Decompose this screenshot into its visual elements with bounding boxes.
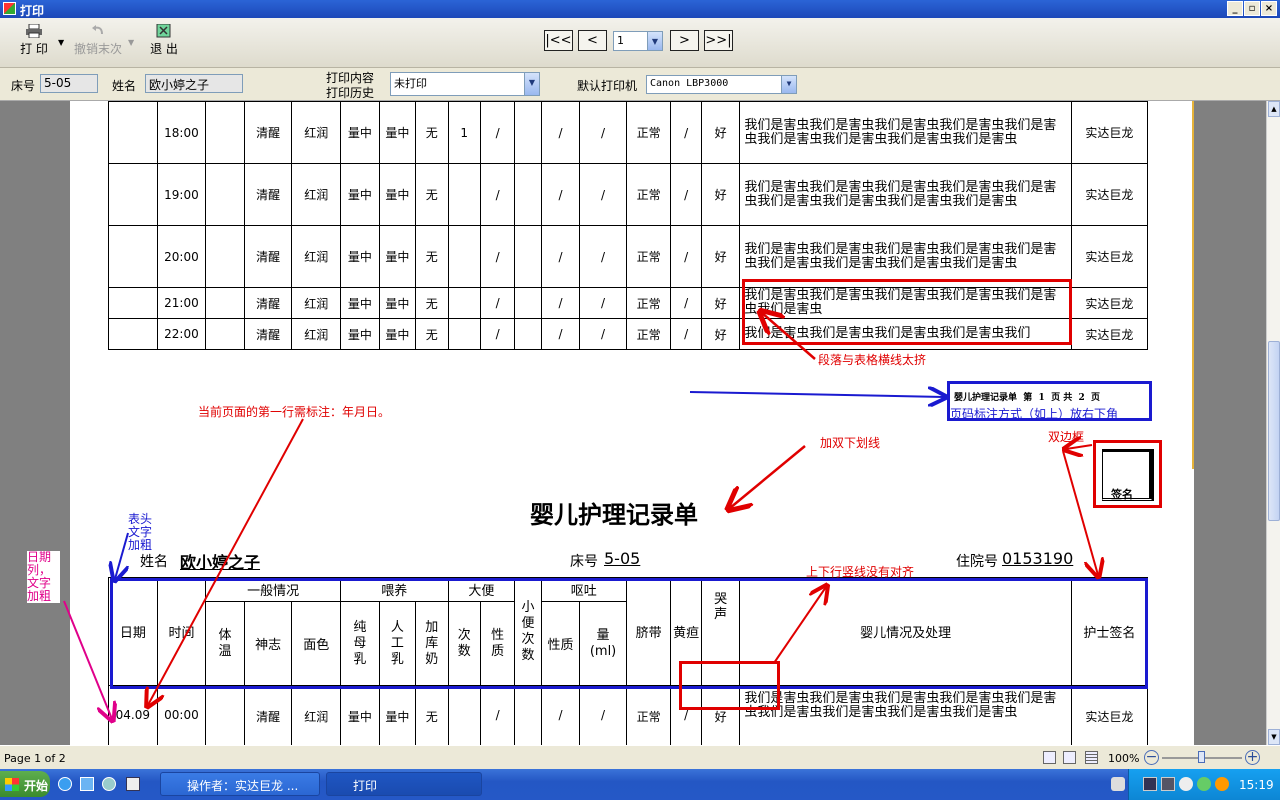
taskbar-item-print-label: 打印 bbox=[353, 779, 378, 793]
network-icon-2[interactable] bbox=[1161, 777, 1175, 791]
exit-button[interactable]: 退 出 bbox=[144, 24, 184, 57]
network-icon[interactable] bbox=[1143, 777, 1157, 791]
status-bar: Page 1 of 2 100% − + bbox=[0, 745, 1280, 769]
window-title: 打印 bbox=[20, 4, 45, 18]
start-label: 开始 bbox=[24, 779, 49, 793]
page-select-value: 1 bbox=[617, 34, 624, 47]
ie-icon[interactable] bbox=[58, 777, 72, 791]
two-page-view-icon[interactable] bbox=[1063, 751, 1076, 764]
maximize-button[interactable]: ▫ bbox=[1244, 1, 1260, 16]
app-icon bbox=[3, 2, 16, 15]
system-tray: 15:19 bbox=[1128, 769, 1280, 800]
close-button[interactable]: × bbox=[1261, 1, 1277, 16]
update-icon[interactable] bbox=[1197, 777, 1211, 791]
exit-icon bbox=[156, 24, 171, 38]
clock: 15:19 bbox=[1239, 778, 1274, 792]
printer-icon bbox=[26, 24, 42, 38]
ime-icon[interactable] bbox=[1111, 777, 1125, 791]
scroll-thumb[interactable] bbox=[1268, 341, 1280, 521]
undo-dropdown-arrow[interactable]: ▼ bbox=[128, 38, 134, 47]
windows-logo-icon bbox=[5, 778, 19, 791]
annotation-arrows bbox=[63, 101, 1266, 745]
exit-label: 退 出 bbox=[150, 42, 178, 56]
undo-button[interactable]: 撤销末次 bbox=[72, 24, 124, 57]
single-page-view-icon[interactable] bbox=[1043, 751, 1056, 764]
print-button[interactable]: 打 印 bbox=[14, 24, 54, 57]
shield-icon[interactable] bbox=[1179, 777, 1193, 791]
undo-icon bbox=[92, 25, 103, 35]
bed-label: 床号 bbox=[11, 79, 36, 93]
taskbar-item-operator-label: 操作者：实达巨龙 ... bbox=[187, 779, 299, 793]
chevron-down-icon: ▼ bbox=[524, 73, 539, 95]
chevron-down-icon: ▼ bbox=[647, 32, 662, 50]
taskbar: 开始 操作者：实达巨龙 ... 打印 15:19 bbox=[0, 769, 1280, 800]
arrow-header-bold bbox=[115, 532, 128, 579]
arrow-page-format bbox=[689, 392, 944, 397]
arrow-double-border-2 bbox=[1062, 450, 1098, 575]
printer-select[interactable]: Canon LBP3000 ▼ bbox=[646, 75, 797, 94]
print-dropdown-arrow[interactable]: ▼ bbox=[58, 38, 64, 47]
minimize-button[interactable]: _ bbox=[1227, 1, 1243, 16]
page-select[interactable]: 1 ▼ bbox=[613, 31, 663, 51]
multi-page-view-icon[interactable] bbox=[1085, 751, 1098, 764]
zoom-level: 100% bbox=[1108, 752, 1140, 765]
arrow-date-bold bbox=[63, 600, 112, 719]
toolbar: 打 印 ▼ 撤销末次 ▼ 退 出 |<< < 1 ▼ > >>| bbox=[0, 18, 1280, 68]
taskbar-item-print[interactable]: 打印 bbox=[326, 772, 482, 796]
page-count-text: Page 1 of 2 bbox=[4, 752, 66, 765]
media-icon[interactable] bbox=[102, 777, 116, 791]
zoom-slider-thumb[interactable] bbox=[1198, 751, 1205, 763]
default-printer-label: 默认打印机 bbox=[577, 79, 638, 93]
name-label: 姓名 bbox=[112, 79, 137, 93]
taskbar-item-operator[interactable]: 操作者：实达巨龙 ... bbox=[160, 772, 320, 796]
arrow-double-border bbox=[1066, 445, 1093, 449]
quicklaunch-icon[interactable] bbox=[80, 777, 94, 791]
name-field[interactable]: 欧小婷之子 bbox=[145, 74, 243, 93]
print-preview-area[interactable]: 18:00 清醒 红润 量中 量中无 1// / 正常 / 好我们是害虫我们是害虫我们是害虫我们是… bbox=[0, 101, 1266, 745]
printer-value: Canon LBP3000 bbox=[650, 78, 729, 89]
alert-icon[interactable] bbox=[1215, 777, 1229, 791]
arrow-double-underline bbox=[730, 445, 806, 508]
print-label: 打 印 bbox=[20, 42, 48, 56]
arrow-crowded bbox=[762, 313, 816, 360]
print-history-label: 打印历史 bbox=[326, 86, 375, 100]
next-page-button[interactable]: > bbox=[670, 30, 699, 51]
print-content-value: 未打印 bbox=[394, 77, 427, 90]
vertical-scrollbar[interactable]: ▲ ▼ bbox=[1266, 101, 1280, 745]
filter-bar: 床号 5-05 姓名 欧小婷之子 打印内容 打印历史 未打印 ▼ 默认打印机 C… bbox=[0, 68, 1280, 101]
scroll-up-arrow[interactable]: ▲ bbox=[1268, 101, 1280, 117]
scroll-down-arrow[interactable]: ▼ bbox=[1268, 729, 1280, 745]
desktop-icon[interactable] bbox=[126, 777, 140, 791]
last-page-button[interactable]: >>| bbox=[704, 30, 733, 51]
bed-field[interactable]: 5-05 bbox=[40, 74, 98, 93]
zoom-out-icon[interactable]: − bbox=[1144, 750, 1159, 765]
start-button[interactable]: 开始 bbox=[0, 771, 50, 797]
print-content-select[interactable]: 未打印 ▼ bbox=[390, 72, 540, 96]
undo-label: 撤销末次 bbox=[73, 42, 122, 56]
chevron-down-icon: ▼ bbox=[781, 76, 796, 93]
first-page-button[interactable]: |<< bbox=[544, 30, 573, 51]
prev-page-button[interactable]: < bbox=[578, 30, 607, 51]
arrow-misaligned bbox=[773, 587, 826, 664]
zoom-in-icon[interactable]: + bbox=[1245, 750, 1260, 765]
arrow-first-row-date bbox=[148, 418, 304, 705]
title-bar: 打印 _ ▫ × bbox=[0, 0, 1280, 18]
